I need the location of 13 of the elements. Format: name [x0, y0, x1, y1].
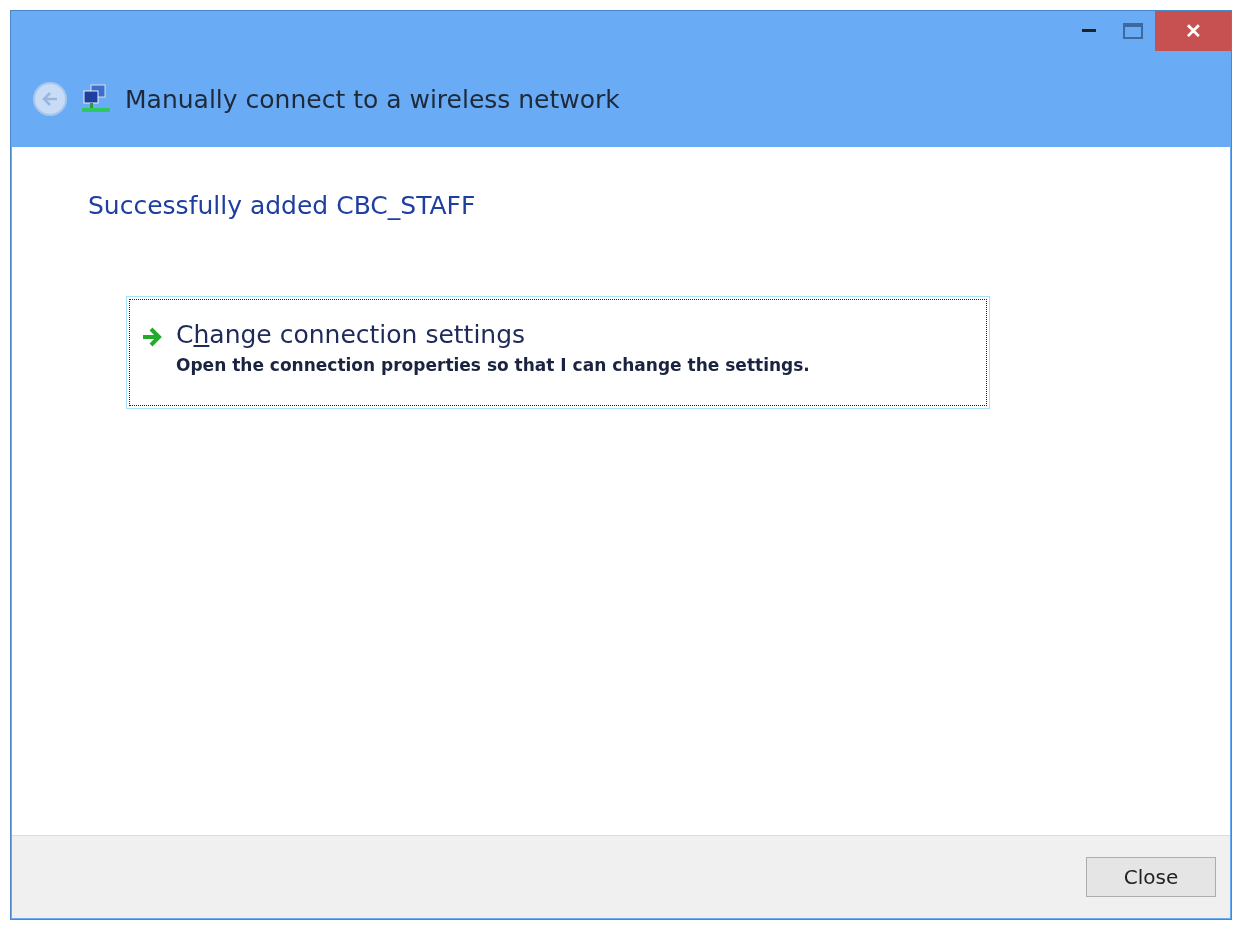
window-title: Manually connect to a wireless network	[125, 84, 620, 114]
command-description: Open the connection properties so that I can change the settings.	[176, 355, 810, 375]
back-button[interactable]	[33, 82, 67, 116]
close-dialog-button[interactable]: Close	[1086, 857, 1216, 897]
network-icon	[81, 83, 111, 115]
minimize-icon	[1082, 29, 1096, 33]
back-arrow-icon	[41, 91, 59, 107]
maximize-icon	[1123, 23, 1143, 39]
close-button[interactable]: ✕	[1155, 11, 1231, 51]
command-label: Change connection settings	[176, 320, 527, 349]
status-heading: Successfully added CBC_STAFF	[88, 191, 477, 220]
command-link[interactable]: Change connection settings Open the connection properties so that I can change the settings.	[126, 296, 990, 409]
arrow-icon	[140, 326, 162, 348]
